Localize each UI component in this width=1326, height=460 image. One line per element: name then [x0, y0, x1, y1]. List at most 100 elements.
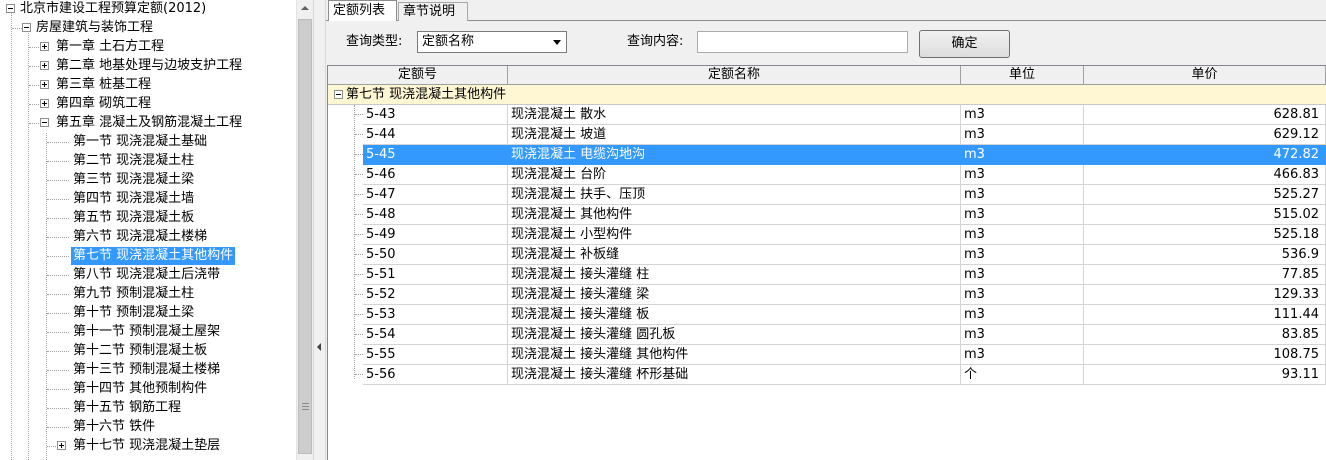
cell-price: 466.83	[1084, 165, 1326, 185]
scroll-thumb[interactable]	[298, 19, 312, 454]
tree-section-label: 第十六节 铁件	[73, 419, 156, 434]
cell-price: 129.33	[1084, 285, 1326, 305]
cell-name: 现浇混凝土 台阶	[508, 165, 961, 185]
query-type-label: 查询类型:	[346, 34, 403, 49]
cell-code: 5-43	[363, 105, 508, 125]
cell-name: 现浇混凝土 坡道	[508, 125, 961, 145]
cell-unit: m3	[961, 225, 1084, 245]
tree-section-label: 第一节 现浇混凝土基础	[73, 134, 208, 149]
cell-name: 现浇混凝土 接头灌缝 杯形基础	[508, 365, 961, 385]
query-type-value: 定额名称	[422, 34, 475, 49]
expand-icon[interactable]	[40, 42, 49, 51]
collapse-icon[interactable]	[40, 118, 49, 127]
cell-unit: m3	[961, 285, 1084, 305]
tree-chapter-label: 第三章 桩基工程	[56, 77, 152, 92]
tree-section-label: 第六节 现浇混凝土楼梯	[73, 229, 208, 244]
table-row[interactable]: 5-44 现浇混凝土 坡道 m3 629.12	[328, 125, 1326, 145]
cell-name: 现浇混凝土 接头灌缝 梁	[508, 285, 961, 305]
column-header-code[interactable]: 定额号	[328, 66, 508, 84]
column-header-name[interactable]: 定额名称	[508, 66, 961, 84]
tree-guide	[28, 30, 29, 460]
cell-price: 111.44	[1084, 305, 1326, 325]
column-header-unit[interactable]: 单位	[961, 66, 1084, 84]
table-row[interactable]: 5-49 现浇混凝土 小型构件 m3 525.18	[328, 225, 1326, 245]
cell-price: 525.18	[1084, 225, 1326, 245]
tree-scrollbar[interactable]	[296, 0, 313, 460]
quota-table: 定额号 定额名称 单位 单价 第七节 现浇混凝土其他构件 5-43 现浇混凝土 散…	[327, 65, 1326, 460]
table-row[interactable]: 5-55 现浇混凝土 接头灌缝 其他构件 m3 108.75	[328, 345, 1326, 365]
tree-chapter-label: 第一章 土石方工程	[56, 39, 165, 54]
cell-price: 77.85	[1084, 265, 1326, 285]
cell-price: 83.85	[1084, 325, 1326, 345]
confirm-button[interactable]: 确定	[919, 30, 1010, 58]
collapse-left-icon[interactable]	[317, 343, 321, 351]
tree-section-label: 第七节 现浇混凝土其他构件	[71, 247, 236, 265]
cell-price: 515.02	[1084, 205, 1326, 225]
cell-unit: m3	[961, 305, 1084, 325]
tree-section-label: 第十五节 钢筋工程	[73, 400, 182, 415]
tree-section-label: 第十节 预制混凝土梁	[73, 305, 195, 320]
cell-price: 472.82	[1084, 145, 1326, 165]
tree-guide	[11, 12, 12, 460]
tree-chapter-label: 第五章 混凝土及钢筋混凝土工程	[56, 115, 243, 130]
collapse-icon[interactable]	[22, 23, 31, 32]
cell-unit: m3	[961, 105, 1084, 125]
cell-code: 5-45	[363, 145, 508, 165]
cell-name: 现浇混凝土 电缆沟地沟	[508, 145, 961, 165]
expand-icon[interactable]	[40, 99, 49, 108]
table-row[interactable]: 5-45 现浇混凝土 电缆沟地沟 m3 472.82	[328, 145, 1326, 165]
table-row[interactable]: 5-54 现浇混凝土 接头灌缝 圆孔板 m3 83.85	[328, 325, 1326, 345]
cell-code: 5-49	[363, 225, 508, 245]
scroll-up-button[interactable]	[297, 0, 313, 17]
tree-section-label: 第十七节 现浇混凝土垫层	[73, 438, 221, 453]
tree-section-label: 第四节 现浇混凝土墙	[73, 191, 195, 206]
panel-splitter[interactable]	[313, 0, 326, 460]
tree-section-label: 第十二节 预制混凝土板	[73, 343, 208, 358]
table-row[interactable]: 5-43 现浇混凝土 散水 m3 628.81	[328, 105, 1326, 125]
tree-section-label: 第五节 现浇混凝土板	[73, 210, 195, 225]
collapse-icon[interactable]	[334, 90, 343, 99]
tab-section-notes[interactable]: 章节说明	[398, 2, 468, 21]
expand-icon[interactable]	[40, 80, 49, 89]
group-row[interactable]: 第七节 现浇混凝土其他构件	[328, 85, 1326, 105]
cell-name: 现浇混凝土 接头灌缝 其他构件	[508, 345, 961, 365]
table-row[interactable]: 5-46 现浇混凝土 台阶 m3 466.83	[328, 165, 1326, 185]
cell-price: 536.9	[1084, 245, 1326, 265]
tree-guide	[46, 133, 47, 460]
table-row[interactable]: 5-51 现浇混凝土 接头灌缝 柱 m3 77.85	[328, 265, 1326, 285]
cell-code: 5-48	[363, 205, 508, 225]
cell-unit: m3	[961, 345, 1084, 365]
tree-section-label: 第三节 现浇混凝土梁	[73, 172, 195, 187]
group-row-label: 第七节 现浇混凝土其他构件	[346, 87, 507, 102]
table-row[interactable]: 5-47 现浇混凝土 扶手、压顶 m3 525.27	[328, 185, 1326, 205]
cell-name: 现浇混凝土 小型构件	[508, 225, 961, 245]
table-row[interactable]: 5-48 现浇混凝土 其他构件 m3 515.02	[328, 205, 1326, 225]
cell-unit: m3	[961, 165, 1084, 185]
table-header: 定额号 定额名称 单位 单价	[328, 66, 1326, 85]
query-type-select[interactable]: 定额名称	[417, 31, 567, 53]
expand-icon[interactable]	[40, 61, 49, 70]
cell-unit: m3	[961, 245, 1084, 265]
cell-unit: m3	[961, 265, 1084, 285]
table-row[interactable]: 5-52 现浇混凝土 接头灌缝 梁 m3 129.33	[328, 285, 1326, 305]
collapse-icon[interactable]	[6, 4, 15, 13]
chapter-tree[interactable]: 北京市建设工程预算定额(2012) 房屋建筑与装饰工程 第一章 土石方工程 第二章…	[0, 0, 296, 460]
cell-price: 93.11	[1084, 365, 1326, 385]
cell-code: 5-46	[363, 165, 508, 185]
cell-price: 108.75	[1084, 345, 1326, 365]
column-header-price[interactable]: 单价	[1084, 66, 1326, 84]
cell-name: 现浇混凝土 扶手、压顶	[508, 185, 961, 205]
table-row[interactable]: 5-56 现浇混凝土 接头灌缝 杯形基础个 93.11	[328, 365, 1326, 385]
table-row[interactable]: 5-53 现浇混凝土 接头灌缝 板 m3 111.44	[328, 305, 1326, 325]
cell-unit: m3	[961, 185, 1084, 205]
cell-unit: m3	[961, 325, 1084, 345]
cell-code: 5-52	[363, 285, 508, 305]
cell-unit: m3	[961, 125, 1084, 145]
tree-root-label: 北京市建设工程预算定额(2012)	[20, 1, 207, 16]
cell-code: 5-50	[363, 245, 508, 265]
expand-icon[interactable]	[57, 441, 66, 450]
tree-section-label: 第十四节 其他预制构件	[73, 381, 208, 396]
query-content-input[interactable]	[697, 31, 908, 53]
table-row[interactable]: 5-50 现浇混凝土 补板缝 m3 536.9	[328, 245, 1326, 265]
tab-quota-list[interactable]: 定额列表	[328, 0, 397, 21]
